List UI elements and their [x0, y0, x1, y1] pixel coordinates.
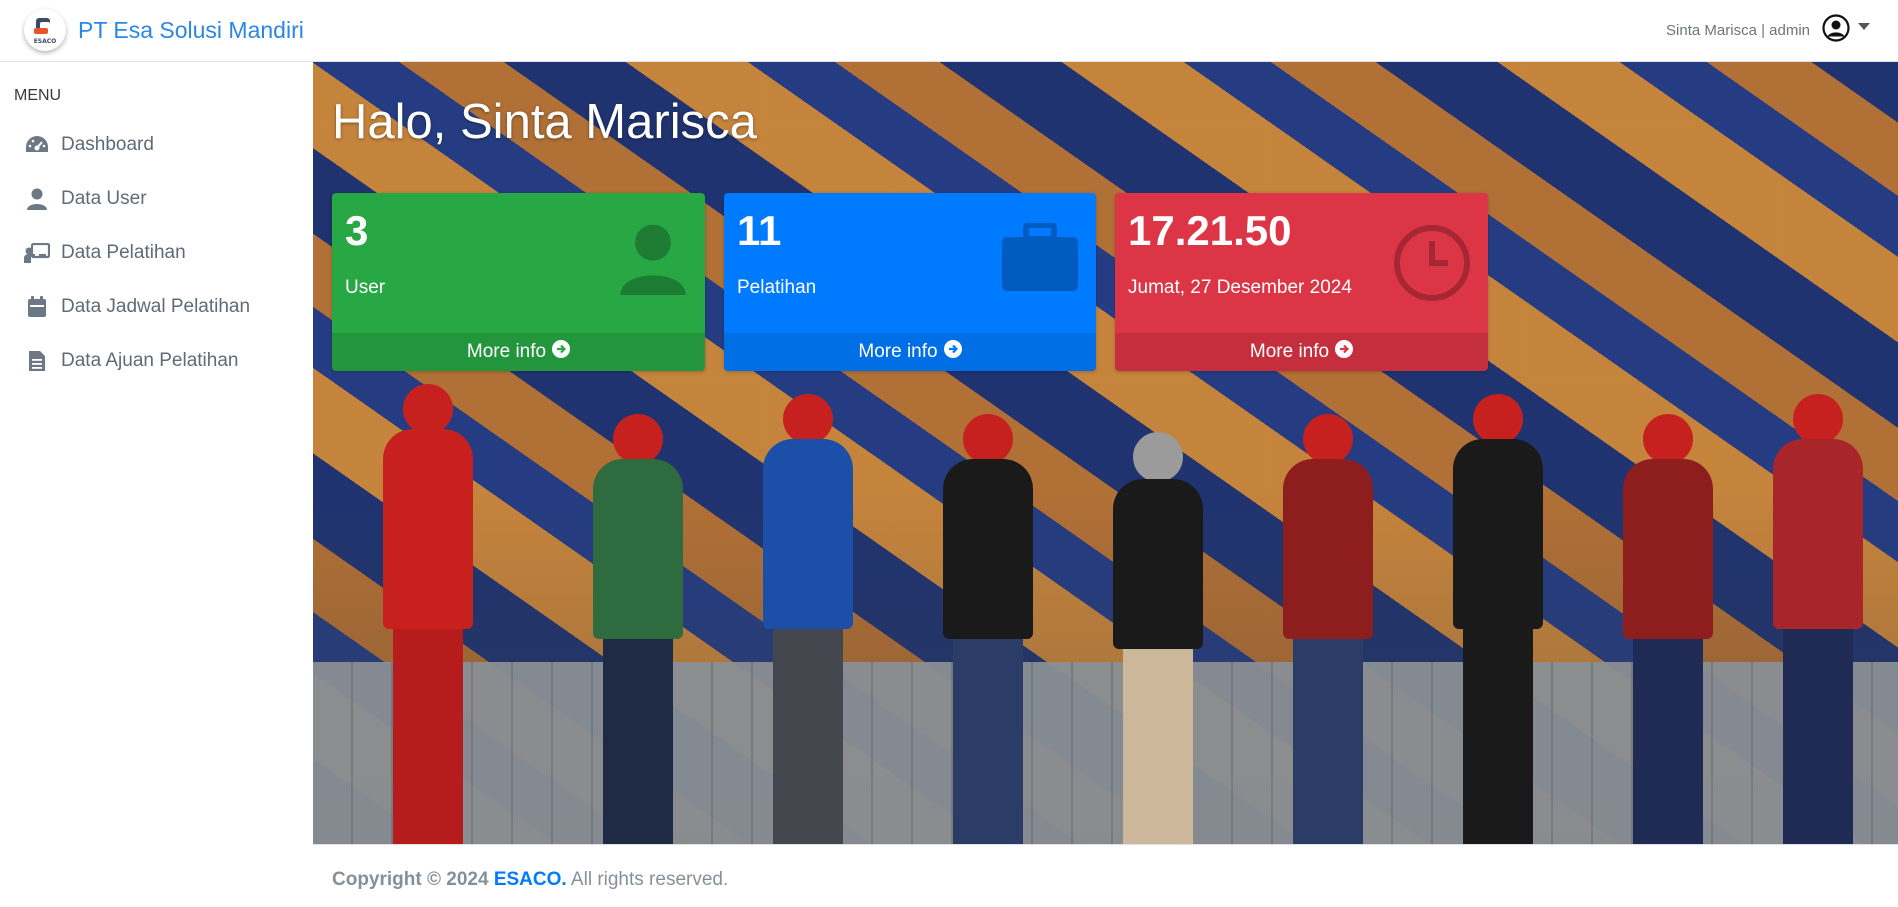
main-content: Halo, Sinta Marisca 3 User More info 11 … — [313, 62, 1898, 844]
sidebar-item-label: Dashboard — [61, 134, 154, 155]
page-footer: Copyright © 2024 ESACO. All rights reser… — [313, 844, 1898, 907]
brand[interactable]: ESACO PT Esa Solusi Mandiri — [24, 6, 304, 54]
info-box-label: User — [345, 277, 386, 298]
brand-logo: ESACO — [24, 9, 66, 51]
sidebar-item-label: Data User — [61, 188, 147, 209]
arrow-circle-right-icon[interactable] — [943, 340, 962, 364]
sidebar-item-data-user[interactable]: Data User — [24, 184, 147, 214]
sidebar: MENU Dashboard Data User Data Pelatihan … — [0, 62, 313, 907]
chalkboard-teacher-icon — [24, 240, 50, 266]
user-menu[interactable]: Sinta Marisca | admin — [1666, 14, 1870, 47]
more-info-link[interactable]: More info — [332, 333, 705, 371]
clock-icon — [1392, 223, 1472, 308]
more-info-link[interactable]: More info — [1115, 333, 1488, 371]
background-photo-people — [313, 352, 1898, 844]
clock-date: Jumat, 27 Desember 2024 — [1128, 277, 1352, 298]
clock-time: 17.21.50 — [1128, 207, 1292, 254]
user-icon — [617, 223, 689, 300]
arrow-circle-right-icon[interactable] — [552, 340, 571, 364]
footer-text: Copyright © 2024 ESACO. All rights reser… — [332, 869, 728, 891]
sidebar-item-data-ajuan-pelatihan[interactable]: Data Ajuan Pelatihan — [24, 346, 238, 376]
user-label[interactable]: Sinta Marisca | admin — [1666, 22, 1810, 39]
info-box-pelatihan: 11 Pelatihan More info — [724, 193, 1096, 371]
copyright-text: Copyright © 2024 — [332, 869, 489, 890]
logo-text: ESACO — [34, 38, 57, 45]
info-box-value: 11 — [737, 207, 782, 254]
caret-down-icon[interactable] — [1858, 23, 1870, 30]
calendar-icon — [24, 294, 50, 320]
sidebar-item-data-jadwal-pelatihan[interactable]: Data Jadwal Pelatihan — [24, 292, 250, 322]
more-info-link[interactable]: More info — [724, 333, 1096, 371]
info-box-clock: 17.21.50 Jumat, 27 Desember 2024 More in… — [1115, 193, 1488, 371]
more-info-label[interactable]: More info — [467, 341, 546, 363]
more-info-label[interactable]: More info — [858, 341, 937, 363]
file-alt-icon — [24, 348, 50, 374]
info-box-value: 3 — [345, 207, 369, 254]
user-icon — [24, 186, 50, 212]
tachometer-icon — [24, 132, 50, 158]
arrow-circle-right-icon[interactable] — [1335, 340, 1354, 364]
info-box-label: Pelatihan — [737, 277, 817, 298]
brand-name[interactable]: PT Esa Solusi Mandiri — [78, 17, 304, 44]
footer-brand-link[interactable]: ESACO. — [494, 869, 567, 890]
sidebar-item-label: Data Pelatihan — [61, 242, 186, 263]
sidebar-item-data-pelatihan[interactable]: Data Pelatihan — [24, 238, 186, 268]
sidebar-item-dashboard[interactable]: Dashboard — [24, 130, 154, 160]
rights-text: All rights reserved. — [570, 869, 729, 890]
top-navbar: ESACO PT Esa Solusi Mandiri Sinta Marisc… — [0, 0, 1898, 62]
info-box-user: 3 User More info — [332, 193, 705, 371]
menu-header: MENU — [14, 87, 62, 104]
sidebar-item-label: Data Jadwal Pelatihan — [61, 296, 251, 317]
greeting-title: Halo, Sinta Marisca — [332, 95, 757, 149]
user-circle-icon[interactable] — [1822, 14, 1850, 47]
more-info-label[interactable]: More info — [1250, 341, 1329, 363]
briefcase-icon — [1000, 222, 1080, 298]
sidebar-item-label: Data Ajuan Pelatihan — [61, 350, 239, 371]
